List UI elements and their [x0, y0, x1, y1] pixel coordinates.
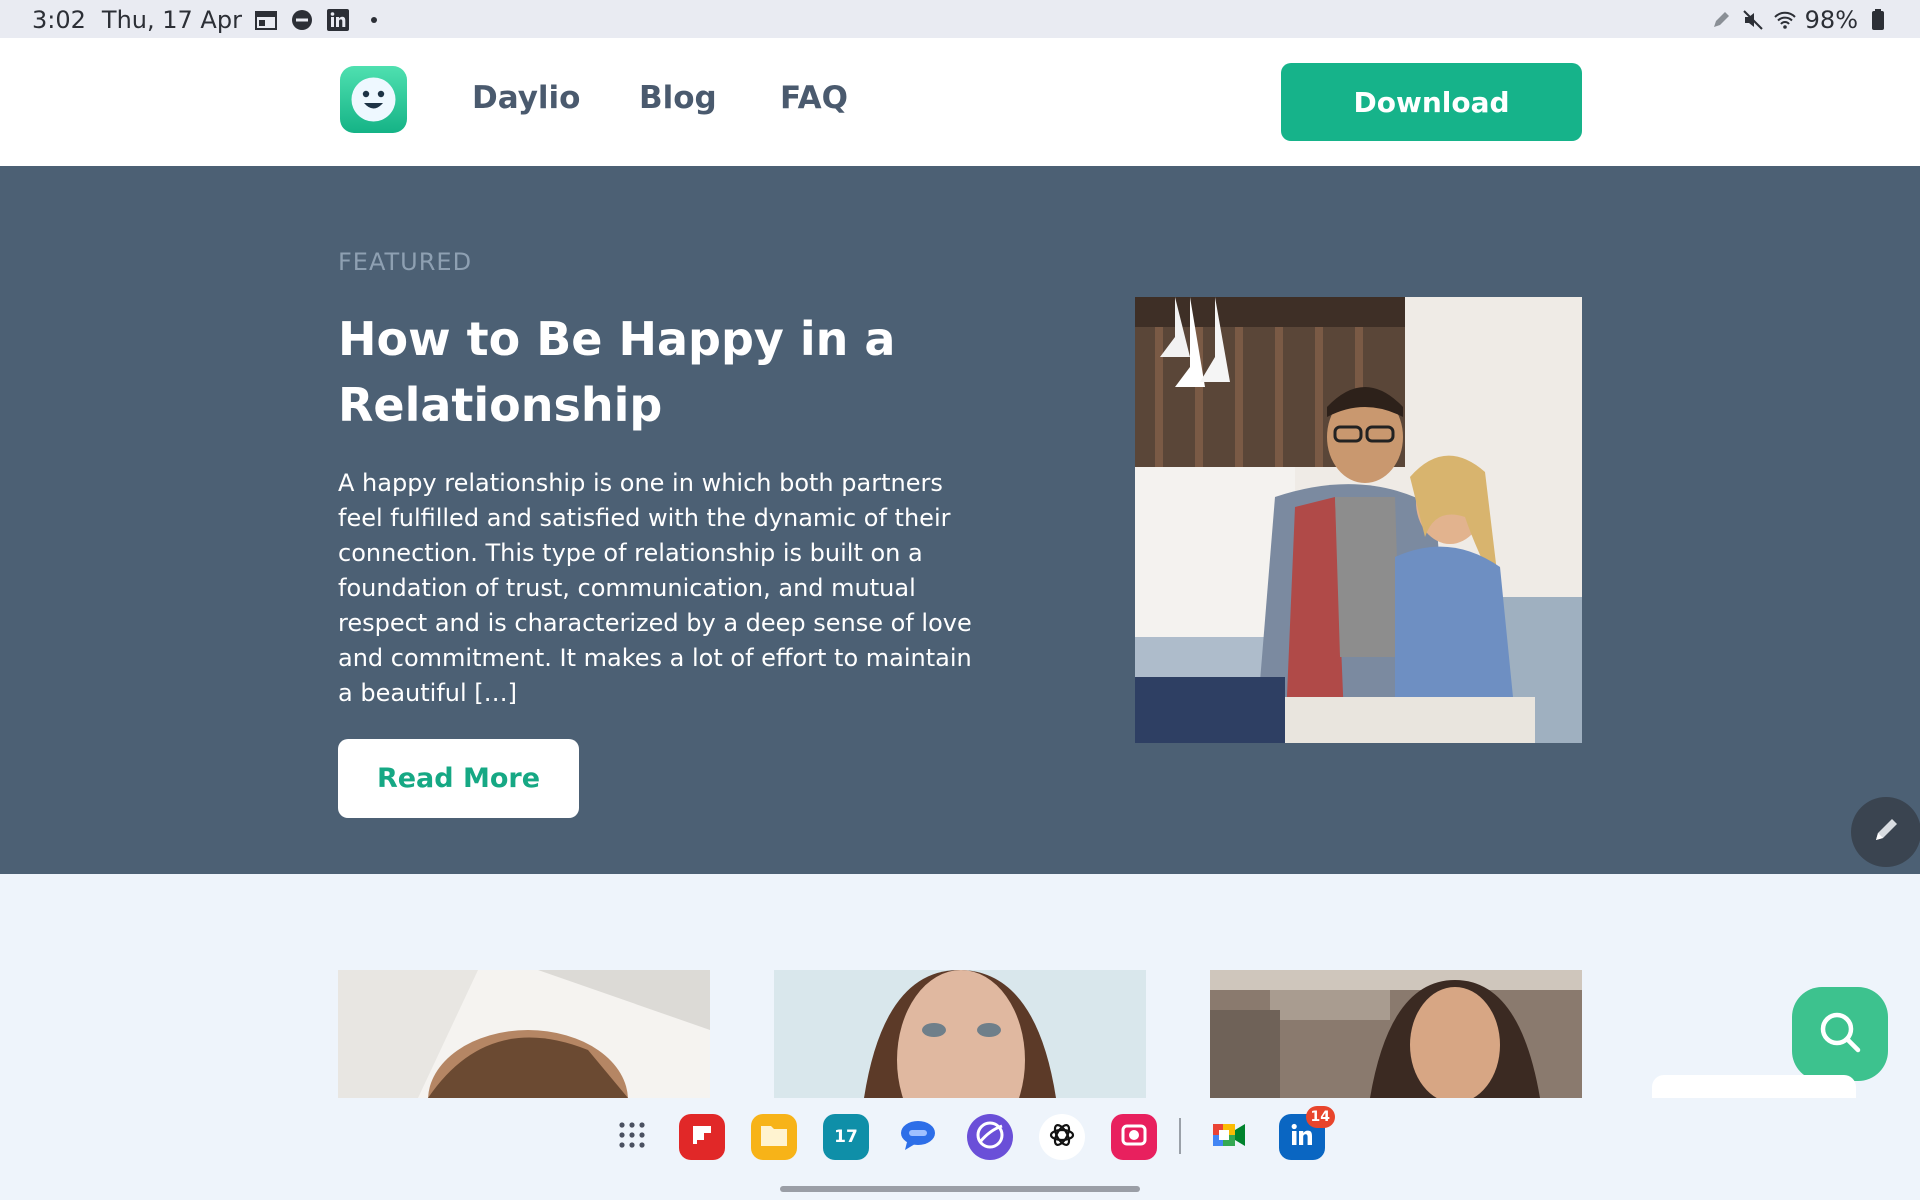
wifi-icon [1773, 8, 1797, 32]
calendar-icon: 17 [834, 1127, 858, 1147]
grid-icon [617, 1120, 647, 1154]
chat-widget-tab[interactable] [1652, 1075, 1856, 1099]
read-more-button[interactable]: Read More [338, 739, 579, 818]
pen-icon [1709, 8, 1733, 32]
chat-icon [899, 1118, 937, 1156]
status-date: Thu, 17 Apr [101, 6, 242, 34]
article-card-image-1[interactable] [338, 970, 710, 1098]
linkedin-icon [326, 8, 350, 32]
screen-recorder-app[interactable] [1111, 1114, 1157, 1160]
status-bar: 3:02 Thu, 17 Apr 98% [0, 0, 1920, 38]
pencil-icon [1870, 814, 1902, 850]
dnd-icon [290, 8, 314, 32]
featured-section: FEATURED How to Be Happy in a Relationsh… [0, 166, 1920, 874]
flipboard-app[interactable] [679, 1114, 725, 1160]
featured-title[interactable]: How to Be Happy in a Relationship [338, 306, 978, 438]
battery-percent: 98% [1804, 6, 1858, 34]
article-card-image-3[interactable] [1210, 970, 1582, 1098]
chatgpt-app[interactable] [1039, 1114, 1085, 1160]
files-app[interactable] [751, 1114, 797, 1160]
article-card-image-2[interactable] [774, 970, 1146, 1098]
site-header: Daylio Blog FAQ Download [0, 38, 1920, 166]
calendar-icon [254, 8, 278, 32]
dot-icon [362, 8, 386, 32]
calendar-app[interactable]: 17 [823, 1114, 869, 1160]
openai-icon [1047, 1120, 1077, 1154]
mute-icon [1741, 8, 1765, 32]
edit-fab[interactable] [1851, 797, 1920, 867]
search-icon [1816, 1008, 1864, 1060]
battery-icon [1866, 8, 1890, 32]
video-icon [1211, 1120, 1249, 1154]
flipboard-icon [688, 1121, 716, 1153]
search-fab[interactable] [1792, 987, 1888, 1081]
status-time: 3:02 [32, 6, 86, 34]
camera-icon [1119, 1120, 1149, 1154]
nav-blog[interactable]: Blog [639, 80, 717, 116]
download-button[interactable]: Download [1281, 63, 1582, 141]
dock-separator [1179, 1118, 1181, 1154]
taskbar-dock: 17 14 [0, 1098, 1920, 1200]
linkedin-app[interactable]: 14 [1279, 1106, 1335, 1160]
daylio-logo[interactable] [340, 66, 407, 133]
nav-faq[interactable]: FAQ [780, 80, 848, 116]
meet-app[interactable] [1207, 1114, 1253, 1160]
featured-image[interactable] [1135, 297, 1582, 743]
internet-app[interactable] [967, 1114, 1013, 1160]
home-indicator[interactable] [780, 1186, 1140, 1192]
featured-label: FEATURED [338, 248, 473, 276]
featured-excerpt: A happy relationship is one in which bot… [338, 469, 972, 707]
browser-icon [975, 1120, 1005, 1154]
notification-badge: 14 [1305, 1106, 1335, 1128]
folder-icon [759, 1122, 789, 1152]
app-drawer-button[interactable] [609, 1114, 655, 1160]
messages-app[interactable] [895, 1114, 941, 1160]
nav-daylio[interactable]: Daylio [472, 80, 580, 116]
